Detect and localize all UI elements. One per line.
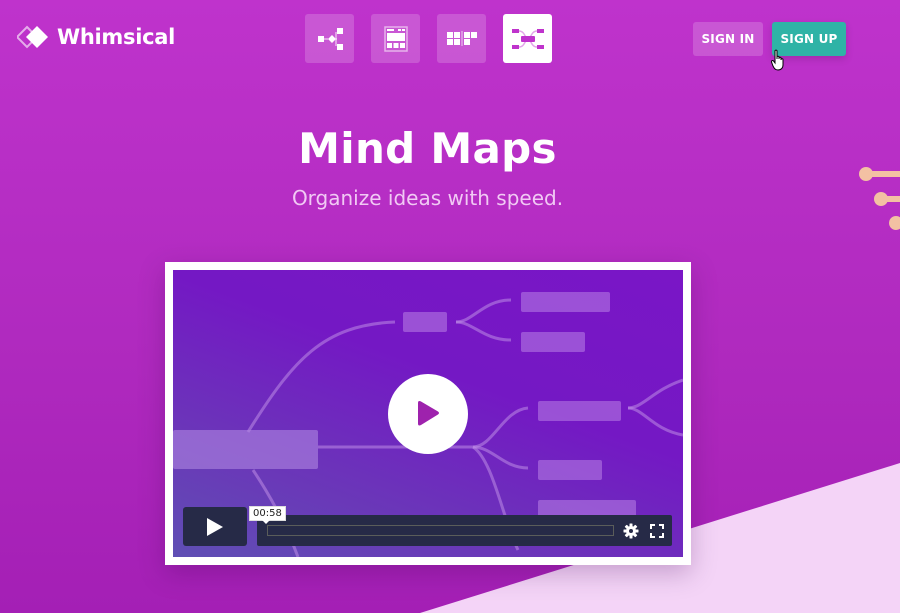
mind-map-icon [511,28,544,49]
logo[interactable]: Whimsical [17,25,175,49]
video-canvas[interactable]: 00:58 [173,270,683,557]
switcher-wireframes[interactable] [371,14,420,63]
play-icon [207,517,223,536]
switcher-mind-maps[interactable] [503,14,552,63]
fullscreen-icon[interactable] [649,523,665,539]
progress-bar[interactable] [267,525,614,536]
switcher-flowcharts[interactable] [305,14,354,63]
video-player: 00:58 [165,262,691,565]
big-play-button[interactable] [388,374,468,454]
video-control-bar [257,515,672,546]
page-title: Mind Maps [298,124,557,173]
switcher-sticky-notes[interactable] [437,14,486,63]
page-subtitle: Organize ideas with speed. [291,186,564,210]
wireframe-icon [383,25,408,52]
time-tooltip: 00:58 [249,506,286,524]
sign-in-button[interactable]: SIGN IN [693,22,763,56]
sticky-notes-icon [446,30,477,46]
auth-buttons: SIGN IN SIGN UP [693,22,846,56]
brand-name: Whimsical [57,25,176,49]
page: Whimsical SIGN IN SIGN UP Mind Maps Orga… [0,0,900,613]
decorative-nodes [859,167,900,230]
flowchart-icon [317,27,343,50]
play-icon [418,401,439,426]
settings-icon[interactable] [623,523,639,539]
product-switcher [305,14,552,63]
logo-icon [17,25,48,49]
hand-cursor-icon [771,49,784,71]
play-button[interactable] [183,507,247,546]
